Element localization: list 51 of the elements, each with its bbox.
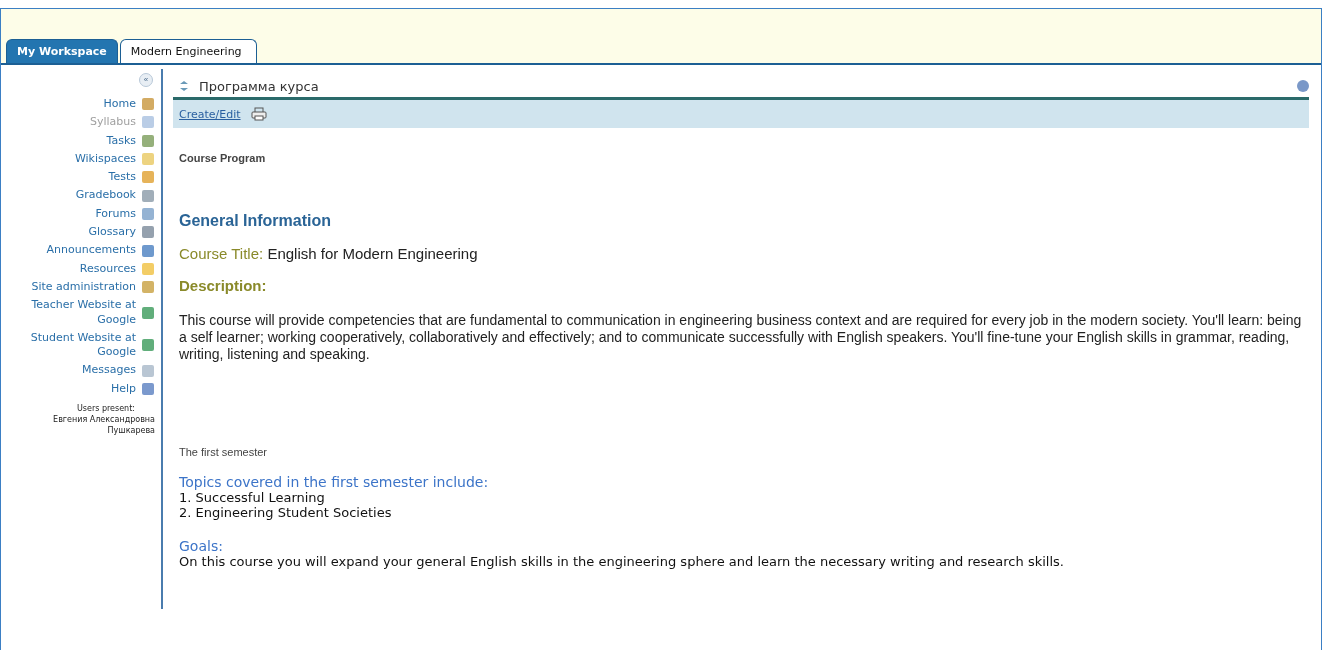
- description-text: This course will provide competencies that are fundamental to communication in engineering business context and are required for every job in the modern society. You'll learn: being a self learner; working cooperatively, collaboratively and effectively; and to communicate successfully with English speakers. You'll fine-tune your English skills in grammar, reading, writing, listening and speaking.: [179, 312, 1303, 363]
- tool-icon: [141, 133, 155, 148]
- sidebar-item[interactable]: Home: [103, 97, 136, 112]
- goals-heading: Goals:: [179, 538, 224, 555]
- topic-item: 2. Engineering Student Societies: [179, 505, 393, 521]
- tool-icon: [141, 243, 155, 258]
- sidebar-item[interactable]: Site administration: [31, 279, 136, 295]
- tool-icon: [141, 381, 155, 396]
- tool-icon: [141, 225, 155, 240]
- topics-heading: Topics covered in the first semester include:: [179, 474, 490, 491]
- reset-icon[interactable]: [179, 80, 189, 92]
- sidebar-item[interactable]: Resources: [79, 261, 136, 276]
- site-tab[interactable]: Modern Engineering: [119, 39, 257, 63]
- create-edit-link[interactable]: Create/Edit: [179, 107, 241, 121]
- description-label: Description:: [179, 277, 268, 294]
- tool-icon: [141, 188, 155, 203]
- tool-icon: [141, 97, 155, 112]
- sidebar-item[interactable]: Announcements: [46, 243, 136, 258]
- help-icon[interactable]: [1297, 80, 1309, 92]
- sidebar-item[interactable]: Gradebook: [75, 188, 136, 203]
- sidebar-item[interactable]: Wikispaces: [74, 151, 136, 167]
- tool-icon: [141, 338, 155, 353]
- sidebar-item[interactable]: Glossary: [88, 225, 136, 240]
- tool-icon: [141, 363, 155, 378]
- section-heading: General Information: [179, 212, 333, 230]
- page-label: Course Program: [179, 152, 267, 164]
- tool-icon: [141, 261, 155, 276]
- sidebar-item[interactable]: Tasks: [106, 133, 136, 148]
- site-tab[interactable]: My Workspace: [6, 39, 118, 63]
- topic-item: 1. Successful Learning: [179, 490, 326, 506]
- sidebar-item[interactable]: Student Website at Google: [16, 330, 136, 360]
- sidebar-item[interactable]: Messages: [82, 363, 136, 378]
- sidebar-item[interactable]: Forums: [95, 206, 136, 222]
- user-name: Евгения Александровна Пушкарева: [52, 414, 155, 437]
- tool-icon: [141, 152, 155, 167]
- collapse-button[interactable]: «: [139, 73, 153, 87]
- sidebar-item[interactable]: Tests: [108, 170, 136, 185]
- tool-title: Программа курса: [199, 78, 319, 94]
- tool-icon: [141, 170, 155, 185]
- sidebar-item[interactable]: Help: [110, 381, 136, 397]
- printer-icon[interactable]: [250, 107, 267, 121]
- sidebar-item[interactable]: Teacher Website at Google: [16, 298, 136, 327]
- users-present-label: Users present:: [75, 404, 136, 415]
- course-title-label: Course Title:: [179, 245, 264, 262]
- tool-icon: [141, 280, 155, 295]
- semester-label: The first semester: [179, 446, 269, 459]
- goals-text: On this course you will expand your general English skills in the engineering sphere and learn the necessary writing and research skills.: [179, 554, 1065, 570]
- tool-icon: [141, 115, 155, 130]
- course-title: English for Modern Engineering: [267, 245, 478, 262]
- tool-icon: [141, 206, 155, 221]
- tool-icon: [141, 305, 155, 320]
